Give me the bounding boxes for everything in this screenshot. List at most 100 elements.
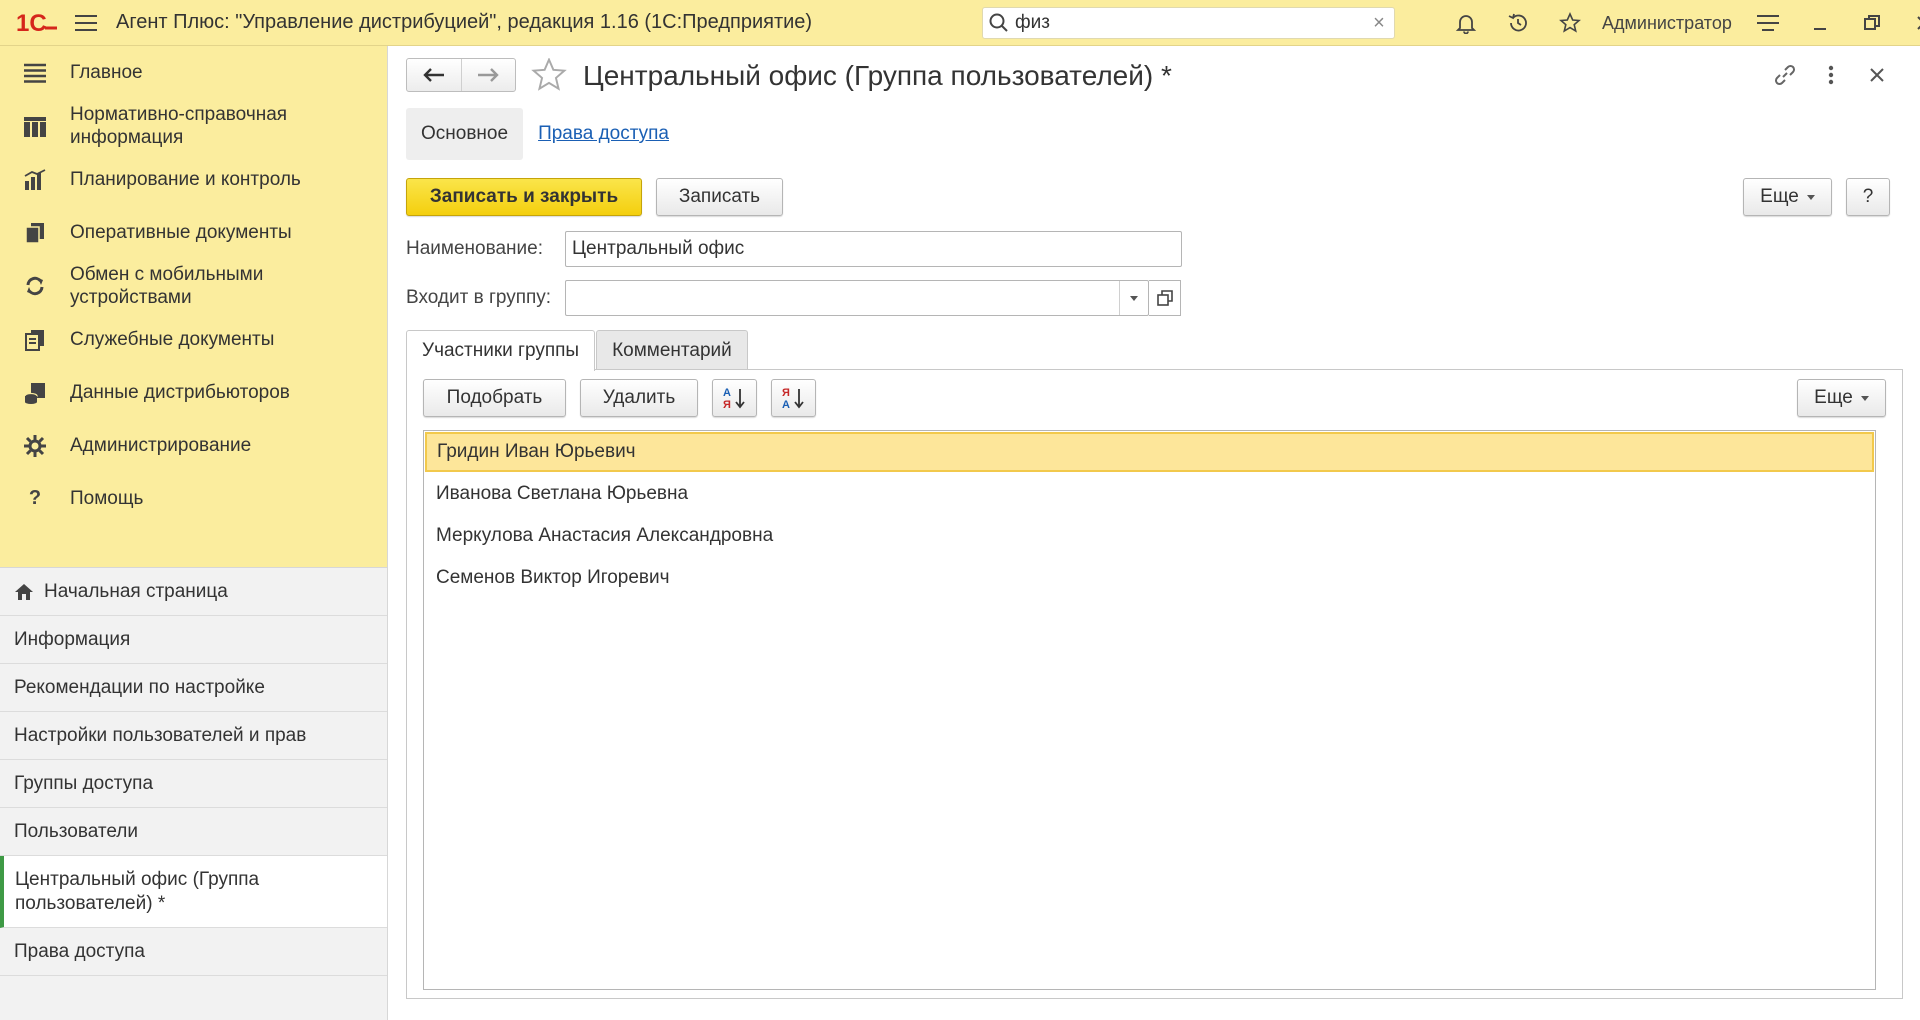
minimize-icon[interactable]	[1794, 0, 1846, 46]
open-window-label: Настройки пользователей и прав	[14, 724, 307, 746]
members-command-bar-right: Еще	[1797, 379, 1886, 417]
service-docs-icon	[0, 329, 70, 351]
open-window-label: Информация	[14, 628, 131, 650]
section-label: Планирование и контроль	[70, 169, 301, 190]
section-administration[interactable]: Администрирование	[0, 419, 387, 472]
more-button[interactable]: Еще	[1743, 178, 1832, 216]
svg-text:А: А	[782, 399, 790, 410]
save-button[interactable]: Записать	[656, 178, 783, 216]
favorites-star-icon[interactable]	[1544, 0, 1596, 46]
table-row[interactable]: Иванова Светлана Юрьевна	[424, 473, 1875, 515]
table-row[interactable]: Меркулова Анастасия Александровна	[424, 515, 1875, 557]
link-icon[interactable]	[1762, 58, 1808, 92]
home-icon	[14, 583, 34, 601]
current-user[interactable]: Администратор	[1602, 13, 1732, 34]
open-window-recommendations[interactable]: Рекомендации по настройке	[0, 664, 387, 712]
search-icon	[983, 8, 1015, 38]
open-window-label: Рекомендации по настройке	[14, 676, 265, 698]
members-more-button[interactable]: Еще	[1797, 379, 1886, 417]
open-window-user-settings[interactable]: Настройки пользователей и прав	[0, 712, 387, 760]
section-main[interactable]: Главное	[0, 46, 387, 99]
open-window-info[interactable]: Информация	[0, 616, 387, 664]
sort-descending-button[interactable]: ЯА	[771, 379, 816, 417]
1c-logo-icon: 1С	[16, 10, 57, 36]
command-bar-right: Еще ?	[1743, 178, 1890, 216]
sections-menu: Главное Нормативно-справочная информация…	[0, 46, 387, 525]
members-command-bar: Подобрать Удалить АЯ ЯА	[423, 379, 816, 417]
svg-text:Я: Я	[782, 387, 790, 399]
name-input[interactable]	[566, 232, 1181, 266]
search-input[interactable]	[1015, 12, 1364, 34]
form-title: Центральный офис (Группа пользователей) …	[583, 60, 1172, 91]
section-label: Оперативные документы	[70, 222, 292, 243]
add-to-favorites-star-icon[interactable]	[531, 57, 567, 98]
global-search[interactable]: ×	[982, 7, 1395, 39]
inner-tabs: Участники группы Комментарий	[406, 330, 748, 371]
name-field[interactable]	[565, 231, 1182, 267]
svg-text:А: А	[723, 387, 731, 399]
table-row[interactable]: Гридин Иван Юрьевич	[425, 432, 1874, 472]
parent-group-input[interactable]	[566, 281, 1120, 315]
command-bar: Записать и закрыть Записать	[406, 178, 783, 216]
open-window-label: Начальная страница	[44, 580, 228, 602]
open-value-button[interactable]	[1149, 280, 1181, 316]
form-tabs: Основное Права доступа	[406, 108, 684, 160]
section-operational-docs[interactable]: Оперативные документы	[0, 206, 387, 259]
section-distributor-data[interactable]: Данные дистрибьюторов	[0, 366, 387, 419]
parent-group-field[interactable]	[565, 280, 1149, 316]
parent-group-label: Входит в группу:	[406, 287, 552, 308]
tab-access-rights[interactable]: Права доступа	[523, 108, 684, 160]
open-window-access-rights[interactable]: Права доступа	[0, 928, 387, 976]
tab-group-members[interactable]: Участники группы	[406, 330, 596, 371]
help-button[interactable]: ?	[1846, 178, 1890, 216]
sort-descending-icon: ЯА	[782, 387, 804, 410]
close-form-icon[interactable]	[1854, 58, 1900, 92]
chevron-down-icon	[1860, 395, 1869, 401]
title-bar: 1С Агент Плюс: "Управление дистрибуцией"…	[0, 0, 1920, 46]
restore-window-icon[interactable]	[1846, 0, 1898, 46]
members-table[interactable]: Гридин Иван Юрьевич Иванова Светлана Юрь…	[423, 430, 1876, 990]
section-planning[interactable]: Планирование и контроль	[0, 153, 387, 206]
sort-ascending-button[interactable]: АЯ	[712, 379, 757, 417]
settings-menu-icon[interactable]	[1742, 0, 1794, 46]
section-label: Администрирование	[70, 435, 252, 456]
section-reference-info[interactable]: Нормативно-справочная информация	[0, 99, 387, 153]
name-field-row: Наименование:	[406, 231, 1182, 267]
section-label: Служебные документы	[70, 329, 275, 350]
delete-button[interactable]: Удалить	[580, 379, 698, 417]
table-row[interactable]: Семенов Виктор Игоревич	[424, 557, 1875, 599]
distributor-data-icon	[0, 382, 70, 404]
open-window-label: Центральный офис (Группа пользователей) …	[15, 868, 260, 914]
pick-button[interactable]: Подобрать	[423, 379, 566, 417]
section-label: Нормативно-справочная информация	[70, 104, 288, 148]
open-window-access-groups[interactable]: Группы доступа	[0, 760, 387, 808]
section-mobile-exchange[interactable]: Обмен с мобильными устройствами	[0, 259, 387, 313]
dropdown-arrow-icon[interactable]	[1119, 281, 1148, 315]
title-bar-actions: Администратор	[1440, 0, 1920, 46]
notifications-bell-icon[interactable]	[1440, 0, 1492, 46]
clear-search-icon[interactable]: ×	[1364, 12, 1394, 35]
help-icon: ?	[28, 487, 42, 509]
open-window-users[interactable]: Пользователи	[0, 808, 387, 856]
open-window-home[interactable]: Начальная страница	[0, 568, 387, 616]
svg-text:1С: 1С	[16, 10, 47, 36]
back-arrow-icon[interactable]	[407, 59, 461, 91]
parent-group-row: Входит в группу:	[406, 280, 1181, 316]
main-menu-icon[interactable]	[66, 0, 106, 46]
section-service-docs[interactable]: Служебные документы	[0, 313, 387, 366]
sync-icon	[0, 275, 70, 297]
close-window-icon[interactable]	[1898, 0, 1920, 46]
history-icon[interactable]	[1492, 0, 1544, 46]
form-area: Центральный офис (Группа пользователей) …	[389, 46, 1920, 1020]
sections-panel: Главное Нормативно-справочная информация…	[0, 46, 388, 1020]
more-actions-icon[interactable]	[1808, 58, 1854, 92]
section-help[interactable]: ? Помощь	[0, 472, 387, 525]
forward-arrow-icon[interactable]	[460, 59, 515, 91]
1c-logo[interactable]: 1С	[8, 0, 66, 46]
tab-comment[interactable]: Комментарий	[596, 330, 748, 370]
tab-main[interactable]: Основное	[406, 108, 524, 160]
section-label: Данные дистрибьюторов	[70, 382, 290, 403]
save-and-close-button[interactable]: Записать и закрыть	[406, 178, 642, 216]
open-window-central-office[interactable]: Центральный офис (Группа пользователей) …	[0, 856, 387, 928]
chart-icon	[0, 168, 70, 191]
